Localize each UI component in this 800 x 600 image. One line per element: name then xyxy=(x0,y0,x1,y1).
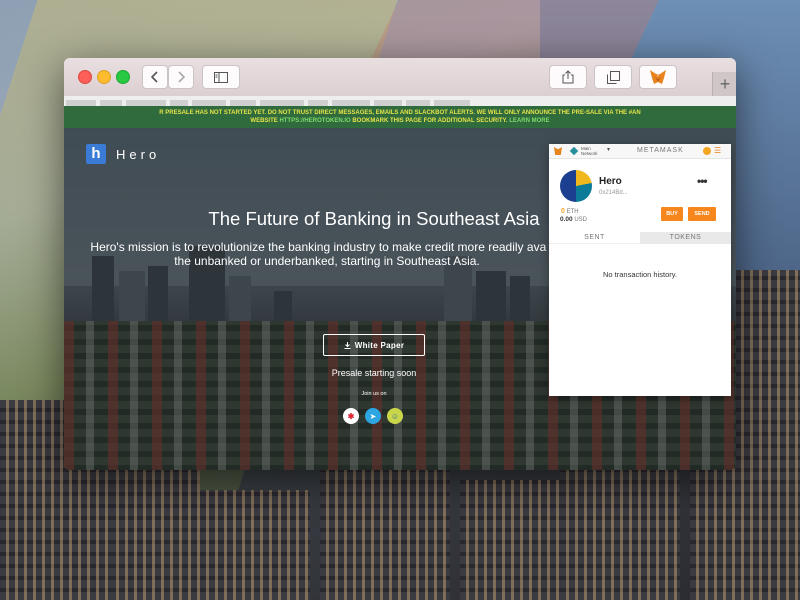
bookmarks-bar xyxy=(64,96,736,106)
more-options-icon[interactable]: ••• xyxy=(697,174,708,188)
white-paper-label: White Paper xyxy=(354,340,405,350)
tab-sent[interactable]: SENT xyxy=(549,232,640,244)
eth-balance: 0 ETH xyxy=(561,208,579,215)
maximize-window-button[interactable] xyxy=(116,70,130,84)
download-icon xyxy=(344,341,351,349)
mission-statement: Hero's mission is to revolutionize the b… xyxy=(90,240,564,268)
hero-logo-text[interactable]: Hero xyxy=(116,147,160,162)
browser-window: + R PRESALE HAS NOT STARTED YET. DO NOT … xyxy=(64,58,736,470)
usd-balance: 0.00 USD xyxy=(560,216,587,223)
metamask-fox-icon xyxy=(650,70,666,84)
send-button[interactable]: SEND xyxy=(688,207,716,221)
metamask-fox-icon xyxy=(554,147,562,155)
account-icon[interactable] xyxy=(703,147,711,155)
buy-button[interactable]: BUY xyxy=(661,207,683,221)
hero-website: R PRESALE HAS NOT STARTED YET. DO NOT TR… xyxy=(64,106,736,470)
telegram-icon[interactable]: ➤ xyxy=(365,408,381,424)
metamask-extension-button[interactable] xyxy=(639,65,677,89)
metamask-header: Main Network ▾ METAMASK ☰ xyxy=(549,144,731,159)
new-tab-button[interactable]: + xyxy=(712,72,736,96)
banner-line-1: R PRESALE HAS NOT STARTED YET. DO NOT TR… xyxy=(159,110,641,116)
account-address[interactable]: 0x214Bd... xyxy=(599,190,628,196)
chevron-down-icon[interactable]: ▾ xyxy=(607,146,610,153)
herotoken-link[interactable]: HTTPS://HEROTOKEN.IO xyxy=(279,118,350,124)
sidebar-icon xyxy=(214,71,228,83)
presale-status: Presale starting soon xyxy=(331,368,417,378)
metamask-popup: Main Network ▾ METAMASK ☰ Hero 0x214Bd...… xyxy=(549,144,731,396)
forward-button[interactable] xyxy=(168,65,194,89)
minimize-window-button[interactable] xyxy=(97,70,111,84)
forward-icon xyxy=(178,71,185,83)
share-button[interactable] xyxy=(549,65,587,89)
back-button[interactable] xyxy=(142,65,168,89)
close-window-button[interactable] xyxy=(78,70,92,84)
sidebar-button[interactable] xyxy=(202,65,240,89)
account-name: Hero xyxy=(599,176,622,187)
network-icon xyxy=(569,146,579,156)
learn-more-link[interactable]: LEARN MORE xyxy=(509,118,549,124)
security-notice-banner: R PRESALE HAS NOT STARTED YET. DO NOT TR… xyxy=(64,106,736,128)
back-icon xyxy=(151,71,158,83)
tabs-overview-button[interactable] xyxy=(594,65,632,89)
network-selector[interactable]: Main Network xyxy=(581,146,598,156)
page-headline: The Future of Banking in Southeast Asia xyxy=(208,208,540,229)
new-tab-icon: + xyxy=(719,73,731,94)
empty-history-message: No transaction history. xyxy=(602,270,678,279)
white-paper-button[interactable]: White Paper xyxy=(323,334,425,356)
hero-logo-icon[interactable]: h xyxy=(86,144,106,164)
tabs-icon xyxy=(606,70,620,84)
browser-toolbar: + xyxy=(64,58,736,97)
bot-icon[interactable]: ☺ xyxy=(387,408,403,424)
slack-icon[interactable]: ✱ xyxy=(343,408,359,424)
join-us-label: Join us on xyxy=(361,391,387,397)
account-avatar xyxy=(560,170,592,202)
hamburger-menu-icon[interactable]: ☰ xyxy=(714,147,723,155)
metamask-brand: METAMASK xyxy=(637,147,684,154)
metamask-tabs: SENT TOKENS xyxy=(549,232,731,244)
tab-tokens[interactable]: TOKENS xyxy=(640,232,731,244)
share-icon xyxy=(562,70,574,84)
